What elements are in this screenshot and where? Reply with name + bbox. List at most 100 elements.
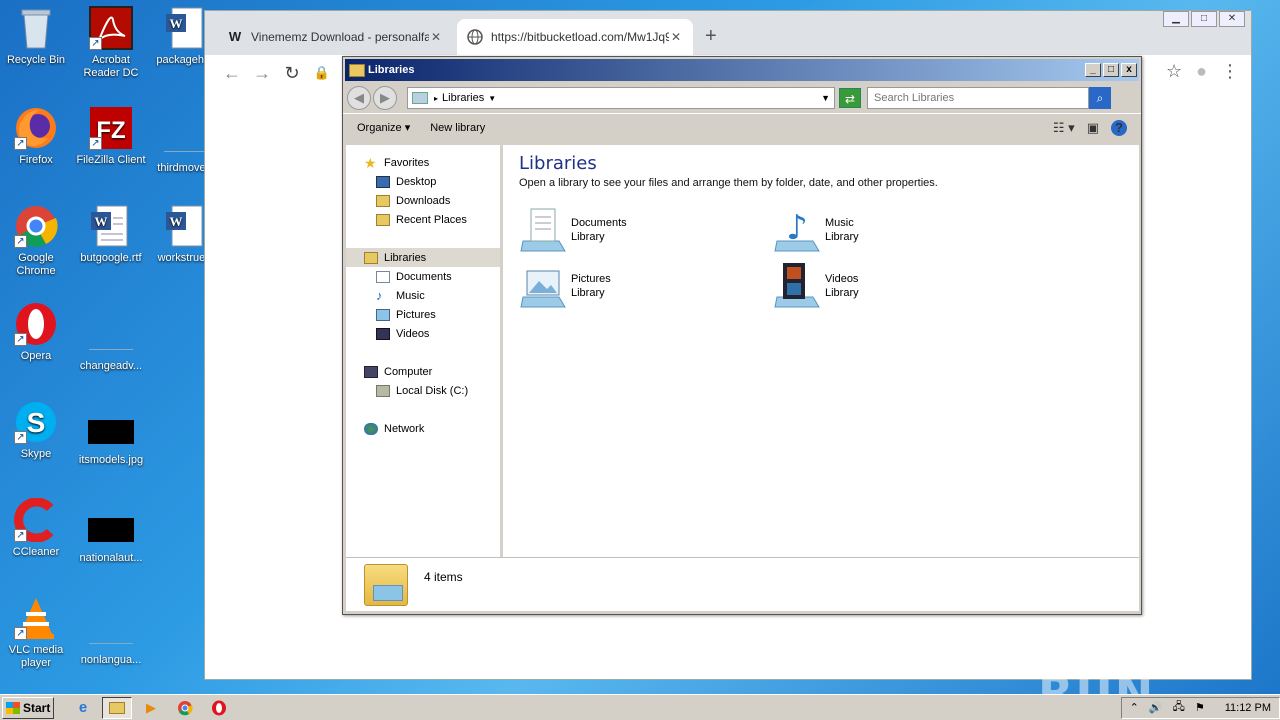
library-name: Music xyxy=(825,217,854,229)
nav-item-computer[interactable]: Computer xyxy=(346,362,500,381)
preview-pane-icon[interactable]: ▣ xyxy=(1087,120,1099,136)
details-pane: 4 items xyxy=(346,557,1139,611)
desktop-icon-nationalaut[interactable]: nationalaut... xyxy=(73,508,149,565)
library-type: Library xyxy=(825,231,859,243)
desktop-icon-acrobat[interactable]: ↗ Acrobat Reader DC xyxy=(73,6,149,80)
desktop-icon-itsmodels[interactable]: itsmodels.jpg xyxy=(73,410,149,467)
menu-icon[interactable]: ⋮ xyxy=(1221,61,1239,82)
refresh-icon[interactable]: ⇄ xyxy=(839,88,861,108)
nav-item-documents[interactable]: Documents xyxy=(346,267,500,286)
library-item-documents[interactable]: Documents Library xyxy=(519,205,739,255)
back-button[interactable]: ◀ xyxy=(347,86,371,110)
page-title: Libraries xyxy=(519,153,597,174)
library-item-videos[interactable]: Videos Library xyxy=(773,261,993,311)
nav-item-favorites[interactable]: ★ Favorites xyxy=(346,153,500,172)
nav-item-network[interactable]: Network xyxy=(346,419,500,438)
search-input[interactable] xyxy=(867,87,1089,109)
network-tray-icon[interactable]: 🖧 xyxy=(1173,698,1185,717)
help-icon[interactable]: ? xyxy=(1111,119,1127,136)
nav-item-recent-places[interactable]: Recent Places xyxy=(346,210,500,229)
view-controls: ☷ ▾ ▣ ? xyxy=(1053,119,1127,136)
profile-avatar-icon[interactable]: ● xyxy=(1196,61,1207,82)
bookmark-star-icon[interactable]: ☆ xyxy=(1166,61,1182,82)
minimize-button[interactable]: ▁ xyxy=(1163,11,1189,27)
desktop-icon-recycle-bin[interactable]: Recycle Bin xyxy=(0,6,74,67)
breadcrumb[interactable]: ▸ Libraries ▼ ▼ xyxy=(407,87,835,109)
tab-bitbucketload[interactable]: https://bitbucketload.com/Mw1Jq9z ✕ xyxy=(457,19,693,55)
view-options-icon[interactable]: ☷ ▾ xyxy=(1053,120,1075,136)
start-button[interactable]: Start xyxy=(2,696,54,719)
svg-text:W: W xyxy=(170,16,183,31)
breadcrumb-libraries[interactable]: Libraries xyxy=(442,92,484,104)
ie-icon[interactable]: e xyxy=(68,697,98,719)
explorer-title-bar[interactable]: Libraries _ □ x xyxy=(345,59,1139,81)
minimize-button[interactable]: _ xyxy=(1085,63,1101,77)
computer-icon xyxy=(364,365,378,378)
organize-button[interactable]: Organize ▾ xyxy=(357,121,410,134)
skype-icon: S ↗ xyxy=(14,400,58,444)
reload-button[interactable]: ↻ xyxy=(277,63,307,84)
nav-item-pictures[interactable]: Pictures xyxy=(346,305,500,324)
recent-places-icon xyxy=(376,213,390,226)
svg-text:S: S xyxy=(27,407,46,438)
desktop-icon-firefox[interactable]: ↗ Firefox xyxy=(0,106,74,167)
close-button[interactable]: x xyxy=(1121,63,1137,77)
nav-item-local-disk[interactable]: Local Disk (C:) xyxy=(346,381,500,400)
ccleaner-icon: ↗ xyxy=(14,497,58,543)
desktop-icon-ccleaner[interactable]: ↗ CCleaner xyxy=(0,497,74,559)
desktop-icon-filezilla[interactable]: FZ ↗ FileZilla Client xyxy=(73,106,149,167)
search-icon[interactable]: ⌕ xyxy=(1089,87,1111,109)
forward-button[interactable]: → xyxy=(247,63,277,84)
explorer-icon[interactable] xyxy=(102,696,132,719)
new-tab-button[interactable]: + xyxy=(705,25,717,48)
desktop-icon-skype[interactable]: S ↗ Skype xyxy=(0,400,74,461)
chrome-icon[interactable] xyxy=(170,697,200,719)
lock-icon[interactable]: 🔒 xyxy=(307,65,337,81)
page-subtitle: Open a library to see your files and arr… xyxy=(519,177,938,189)
nav-item-music[interactable]: ♪ Music xyxy=(346,286,500,305)
maximize-button[interactable]: □ xyxy=(1191,11,1217,27)
content-pane: Libraries Open a library to see your fil… xyxy=(503,145,1139,559)
windows-logo-icon xyxy=(6,701,20,714)
address-dropdown-icon[interactable]: ▼ xyxy=(821,93,830,103)
videos-library-icon xyxy=(773,263,821,309)
opera-icon[interactable] xyxy=(204,697,234,719)
desktop-icon-changeadv[interactable]: changeadv... xyxy=(73,316,149,373)
back-button[interactable]: ← xyxy=(217,63,247,84)
library-item-pictures[interactable]: Pictures Library xyxy=(519,261,739,311)
volume-icon[interactable]: 🔊 xyxy=(1149,701,1163,714)
clock[interactable]: 11:12 PM xyxy=(1225,702,1271,714)
nav-item-downloads[interactable]: Downloads xyxy=(346,191,500,210)
videos-icon xyxy=(376,327,390,340)
documents-icon xyxy=(376,270,390,283)
maximize-button[interactable]: □ xyxy=(1103,63,1119,77)
close-button[interactable]: ✕ xyxy=(1219,11,1245,27)
library-name: Videos xyxy=(825,273,859,285)
nav-item-libraries[interactable]: Libraries xyxy=(346,248,500,267)
blank-file-icon xyxy=(164,128,208,152)
library-item-music[interactable]: ♪ Music Library xyxy=(773,205,993,255)
close-tab-icon[interactable]: ✕ xyxy=(669,30,683,44)
explorer-body: ★ Favorites Desktop Downloads Recent Pla… xyxy=(346,145,1139,559)
action-center-flag-icon[interactable]: ⚑ xyxy=(1195,701,1205,714)
desktop-icon-google-chrome[interactable]: ↗ Google Chrome xyxy=(0,204,74,278)
word-doc-icon: W xyxy=(164,6,208,50)
desktop-icon-opera[interactable]: ↗ Opera xyxy=(0,302,74,363)
chevron-down-icon[interactable]: ▼ xyxy=(488,94,496,103)
library-name: Documents xyxy=(571,217,627,229)
desktop-icon-butgoogle[interactable]: W butgoogle.rtf xyxy=(73,204,149,265)
blank-file-icon xyxy=(89,620,133,644)
forward-button[interactable]: ▶ xyxy=(373,86,397,110)
tray-expand-icon[interactable]: ⌃ xyxy=(1130,701,1139,714)
desktop-icon xyxy=(376,175,390,188)
desktop-icon-nonlangua[interactable]: nonlangua... xyxy=(73,610,149,667)
close-tab-icon[interactable]: ✕ xyxy=(429,30,443,44)
item-count: 4 items xyxy=(424,570,463,584)
nav-item-videos[interactable]: Videos xyxy=(346,324,500,343)
nav-item-desktop[interactable]: Desktop xyxy=(346,172,500,191)
opera-icon: ↗ xyxy=(14,302,58,346)
new-library-button[interactable]: New library xyxy=(430,122,485,134)
desktop-icon-vlc[interactable]: ↗ VLC media player xyxy=(0,596,74,670)
tab-vinememz[interactable]: W Vinememz Download - personalfasr ✕ xyxy=(217,19,453,55)
media-player-icon[interactable]: ▶ xyxy=(136,697,166,719)
